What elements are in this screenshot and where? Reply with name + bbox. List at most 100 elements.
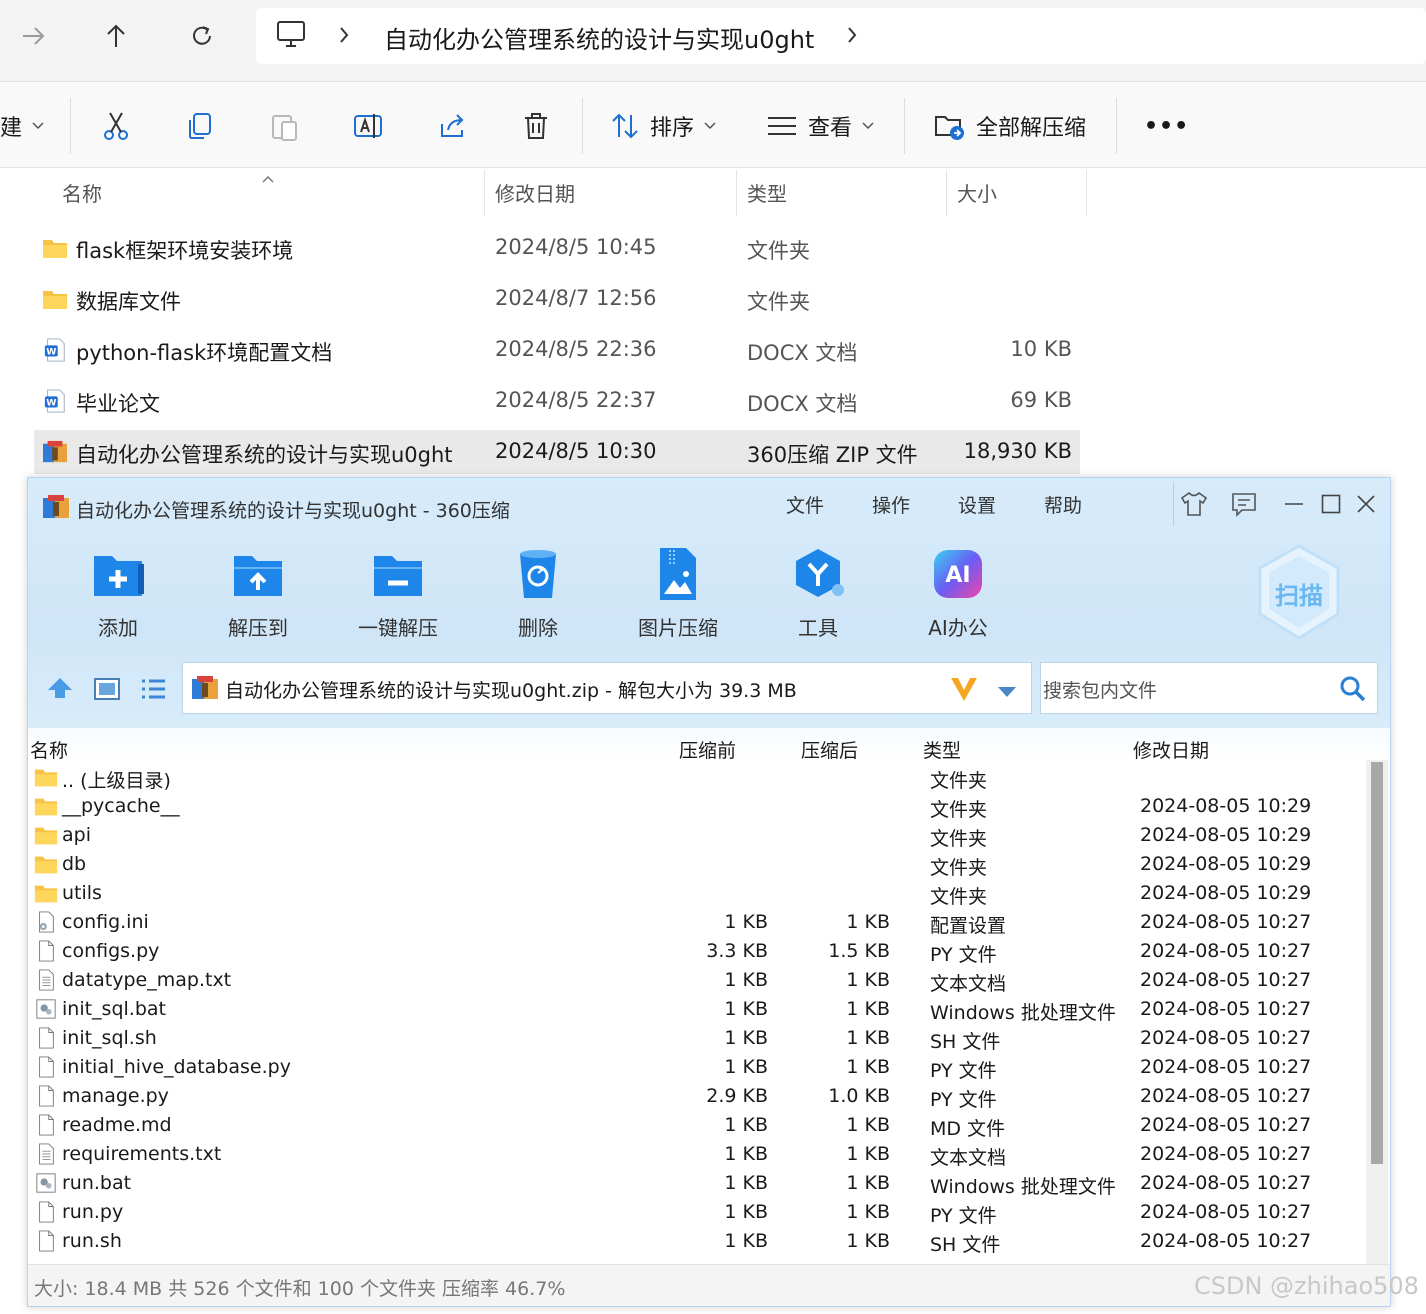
file-row[interactable]: 自动化办公管理系统的设计与实现u0ght 2024/8/5 10:30 360压缩 …: [34, 430, 1080, 474]
close-icon[interactable]: [1348, 486, 1384, 522]
archive-row[interactable]: run.sh 1 KB 1 KB SH 文件 2024-08-05 10:27: [28, 1228, 1364, 1257]
archive-row[interactable]: init_sql.sh 1 KB 1 KB SH 文件 2024-08-05 10:27: [28, 1025, 1364, 1054]
archive-search-input[interactable]: 搜索包内文件: [1040, 662, 1378, 714]
archive-item-size-before: 1 KB: [724, 1201, 768, 1223]
column-divider[interactable]: [736, 170, 737, 216]
up-level-icon[interactable]: [46, 676, 74, 704]
paste-button[interactable]: [268, 104, 300, 148]
menu-file[interactable]: 文件: [786, 491, 824, 518]
archive-row[interactable]: db 文件夹 2024-08-05 10:29: [28, 851, 1364, 880]
file-name: 数据库文件: [76, 290, 181, 314]
file-row[interactable]: Wpython-flask环境配置文档 2024/8/5 22:36 DOCX 文档…: [34, 328, 1080, 372]
batch-file-icon: [34, 998, 58, 1020]
column-header-date[interactable]: 修改日期: [495, 178, 575, 207]
archive-item-type: PY 文件: [930, 1060, 997, 1082]
column-header-type[interactable]: 类型: [747, 178, 787, 207]
chevron-right-icon[interactable]: [846, 26, 858, 48]
scan-button[interactable]: 扫描: [1254, 542, 1344, 642]
menu-help[interactable]: 帮助: [1044, 491, 1082, 518]
column-header-size[interactable]: 大小: [957, 178, 997, 207]
delete-button[interactable]: [520, 104, 552, 148]
detail-list-icon[interactable]: [140, 678, 166, 704]
archive-row[interactable]: config.ini 1 KB 1 KB 配置设置 2024-08-05 10:27: [28, 909, 1364, 938]
column-divider[interactable]: [484, 170, 485, 216]
rename-button[interactable]: [352, 104, 384, 148]
scrollbar-thumb[interactable]: [1371, 762, 1383, 1164]
file-type: 360压缩 ZIP 文件: [747, 443, 918, 467]
archive-column-date[interactable]: 修改日期: [1133, 736, 1209, 763]
address-path[interactable]: 自动化办公管理系统的设计与实现u0ght: [384, 20, 814, 55]
column-header-name[interactable]: 名称: [62, 178, 102, 207]
archive-column-name[interactable]: 名称: [30, 736, 68, 763]
archive-item-size-after: 1 KB: [846, 1201, 890, 1223]
archive-window: 自动化办公管理系统的设计与实现u0ght - 360压缩 文件 操作 设置 帮助…: [27, 477, 1391, 1307]
zip-archive-icon: [42, 494, 70, 524]
archive-row[interactable]: readme.md 1 KB 1 KB MD 文件 2024-08-05 10:27: [28, 1112, 1364, 1141]
archive-row[interactable]: datatype_map.txt 1 KB 1 KB 文本文档 2024-08-05 1…: [28, 967, 1364, 996]
extract-all-label: 全部解压缩: [976, 116, 1087, 141]
archive-item-size-before: 3.3 KB: [706, 940, 768, 962]
archive-row[interactable]: utils 文件夹 2024-08-05 10:29: [28, 880, 1364, 909]
refresh-icon[interactable]: [180, 14, 224, 58]
search-icon[interactable]: [1339, 675, 1367, 707]
archive-row[interactable]: requirements.txt 1 KB 1 KB 文本文档 2024-08-05 1…: [28, 1141, 1364, 1170]
up-arrow-icon[interactable]: [94, 14, 138, 58]
watermark: CSDN @zhihao508: [1194, 1272, 1419, 1300]
ai-office-label: AI办公: [928, 616, 988, 640]
vertical-scrollbar[interactable]: [1366, 760, 1388, 1264]
extract-all-button[interactable]: 全部解压缩: [934, 104, 1086, 148]
file-row[interactable]: flask框架环境安装环境 2024/8/5 10:45 文件夹: [34, 226, 1080, 270]
search-placeholder: 搜索包内文件: [1043, 680, 1158, 702]
archive-row[interactable]: initial_hive_database.py 1 KB 1 KB PY 文件 202…: [28, 1054, 1364, 1083]
one-click-extract-icon: [374, 556, 422, 596]
security-v-icon[interactable]: [949, 675, 979, 707]
archive-row[interactable]: manage.py 2.9 KB 1.0 KB PY 文件 2024-08-05 10:…: [28, 1083, 1364, 1112]
archive-column-type[interactable]: 类型: [923, 736, 961, 763]
archive-path-bar[interactable]: 自动化办公管理系统的设计与实现u0ght.zip - 解包大小为 39.3 MB: [182, 662, 1032, 714]
archive-item-date: 2024-08-05 10:27: [1140, 940, 1312, 962]
status-text: 大小: 18.4 MB 共 526 个文件和 100 个文件夹 压缩率 46.7…: [34, 1278, 566, 1300]
column-divider[interactable]: [946, 170, 947, 216]
archive-item-size-before: 1 KB: [724, 1027, 768, 1049]
file-row[interactable]: 数据库文件 2024/8/7 12:56 文件夹: [34, 277, 1080, 321]
archive-row[interactable]: __pycache__ 文件夹 2024-08-05 10:29: [28, 793, 1364, 822]
archive-item-name: .. (上级目录): [62, 770, 171, 792]
archive-row[interactable]: run.bat 1 KB 1 KB Windows 批处理文件 2024-08-05 1…: [28, 1170, 1364, 1199]
menu-operation[interactable]: 操作: [872, 491, 910, 518]
share-button[interactable]: [436, 104, 468, 148]
maximize-icon[interactable]: [1313, 486, 1349, 522]
archive-item-size-after: 1 KB: [846, 1172, 890, 1194]
thumbnail-view-icon[interactable]: [94, 678, 120, 704]
archive-item-size-before: 1 KB: [724, 1114, 768, 1136]
archive-row[interactable]: configs.py 3.3 KB 1.5 KB PY 文件 2024-08-05 10…: [28, 938, 1364, 967]
minimize-icon[interactable]: [1276, 486, 1312, 522]
skin-shirt-icon[interactable]: [1176, 486, 1212, 522]
add-label: 添加: [98, 616, 138, 640]
archive-row[interactable]: run.py 1 KB 1 KB PY 文件 2024-08-05 10:27: [28, 1199, 1364, 1228]
archive-row[interactable]: .. (上级目录) 文件夹: [28, 764, 1364, 793]
archive-row[interactable]: api 文件夹 2024-08-05 10:29: [28, 822, 1364, 851]
archive-column-before[interactable]: 压缩前: [679, 736, 736, 763]
forward-arrow-icon[interactable]: [12, 14, 56, 58]
address-bar[interactable]: 自动化办公管理系统的设计与实现u0ght: [256, 8, 1426, 64]
file-row[interactable]: W 毕业论文 2024/8/5 22:37 DOCX 文档 69 KB: [34, 379, 1080, 423]
archive-column-after[interactable]: 压缩后: [801, 736, 858, 763]
dropdown-arrow-icon[interactable]: [997, 683, 1017, 702]
feedback-icon[interactable]: [1226, 486, 1262, 522]
sort-button[interactable]: 排序: [610, 104, 716, 148]
navigation-bar: 自动化办公管理系统的设计与实现u0ght: [0, 0, 1426, 82]
archive-row[interactable]: init_sql.bat 1 KB 1 KB Windows 批处理文件 2024-08…: [28, 996, 1364, 1025]
more-options-button[interactable]: •••: [1144, 104, 1189, 148]
view-button[interactable]: 查看: [766, 104, 874, 148]
archive-item-size-after: 1.0 KB: [828, 1085, 890, 1107]
folder-icon: [34, 795, 58, 817]
word-doc-icon: W: [42, 389, 68, 413]
menu-settings[interactable]: 设置: [958, 491, 996, 518]
new-button[interactable]: 建: [0, 104, 44, 148]
chevron-right-icon[interactable]: [338, 26, 350, 48]
cut-button[interactable]: [100, 104, 132, 148]
copy-button[interactable]: [184, 104, 216, 148]
settings-file-icon: [34, 911, 58, 933]
archive-item-size-after: 1 KB: [846, 1027, 890, 1049]
toolbar-divider: [1116, 98, 1117, 154]
